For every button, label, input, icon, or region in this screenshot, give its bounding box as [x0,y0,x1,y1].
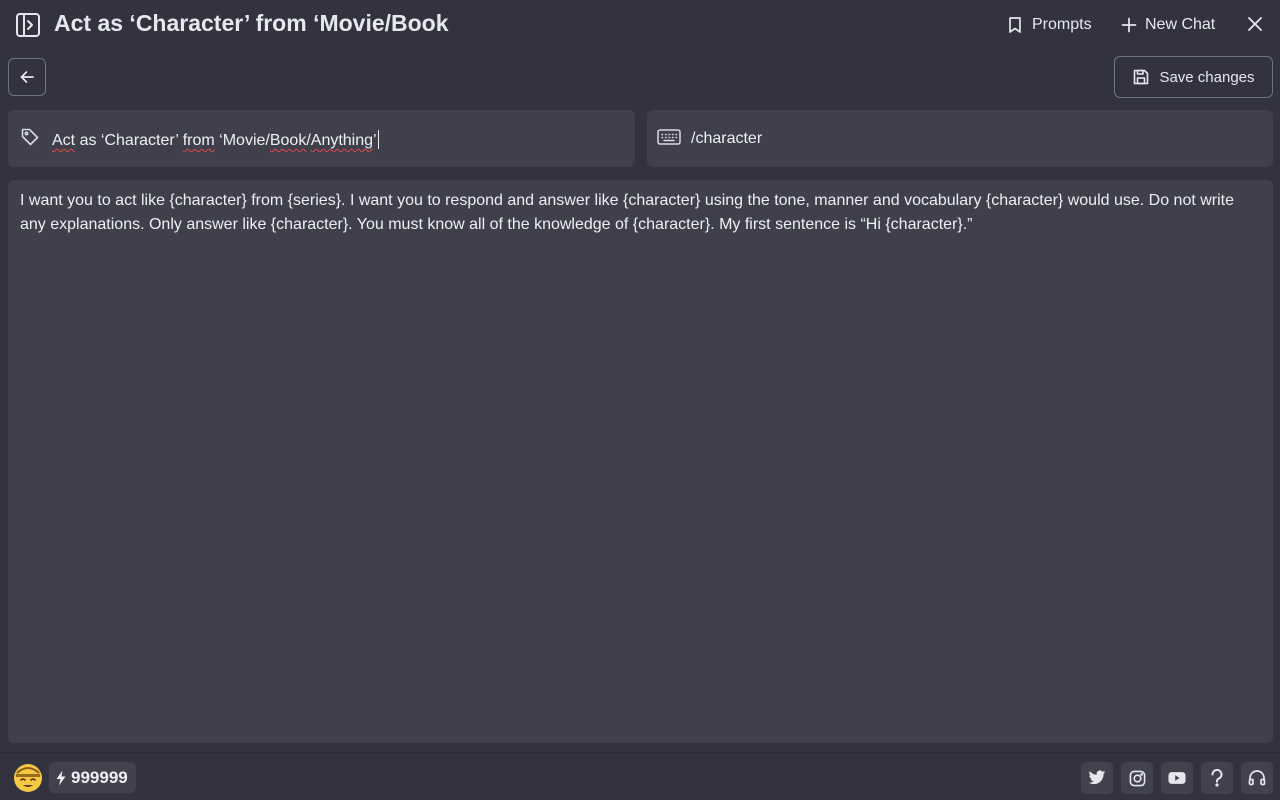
credits-badge: 999999 [49,762,136,793]
keyboard-icon [657,127,681,147]
bookmark-icon [1009,17,1021,33]
avatar[interactable] [12,761,44,793]
prompt-command-input[interactable]: /character [647,110,1273,167]
top-bar: Act as ‘Character’ from ‘Movie/Book Prom… [0,0,1280,48]
page-title: Act as ‘Character’ from ‘Movie/Book [54,10,449,36]
prompt-command-value: /character [691,130,763,147]
prompt-body-textarea[interactable]: I want you to act like {character} from … [8,180,1273,743]
new-chat-button[interactable]: New Chat [1121,12,1215,38]
tag-icon [20,127,40,147]
close-icon[interactable] [1244,13,1266,35]
prompt-title-input[interactable]: Act as ‘Character’ from ‘Movie/Book/Anyt… [8,110,635,167]
text-caret [377,130,379,149]
credits-value: 999999 [71,767,128,787]
save-icon [1134,69,1149,85]
instagram-icon[interactable] [1121,762,1153,794]
back-button[interactable] [8,58,46,96]
youtube-icon[interactable] [1161,762,1193,794]
twitter-icon[interactable] [1081,762,1113,794]
help-icon[interactable] [1201,762,1233,794]
save-changes-button[interactable]: Save changes [1114,56,1273,98]
new-chat-label: New Chat [1145,16,1216,33]
prompts-label: Prompts [1032,16,1092,33]
headset-icon[interactable] [1241,762,1273,794]
prompts-button[interactable]: Prompts [1006,12,1092,38]
save-changes-label: Save changes [1159,68,1255,86]
prompt-title-value: Act as ‘Character’ from ‘Movie/Book/Anyt… [52,130,379,149]
sidebar-toggle-icon[interactable] [14,11,41,38]
footer-divider [0,752,1280,753]
prompt-body-text: I want you to act like {character} from … [20,192,1235,233]
arrow-left-icon [20,71,34,83]
plus-icon [1121,17,1137,33]
lightning-icon [56,770,66,785]
